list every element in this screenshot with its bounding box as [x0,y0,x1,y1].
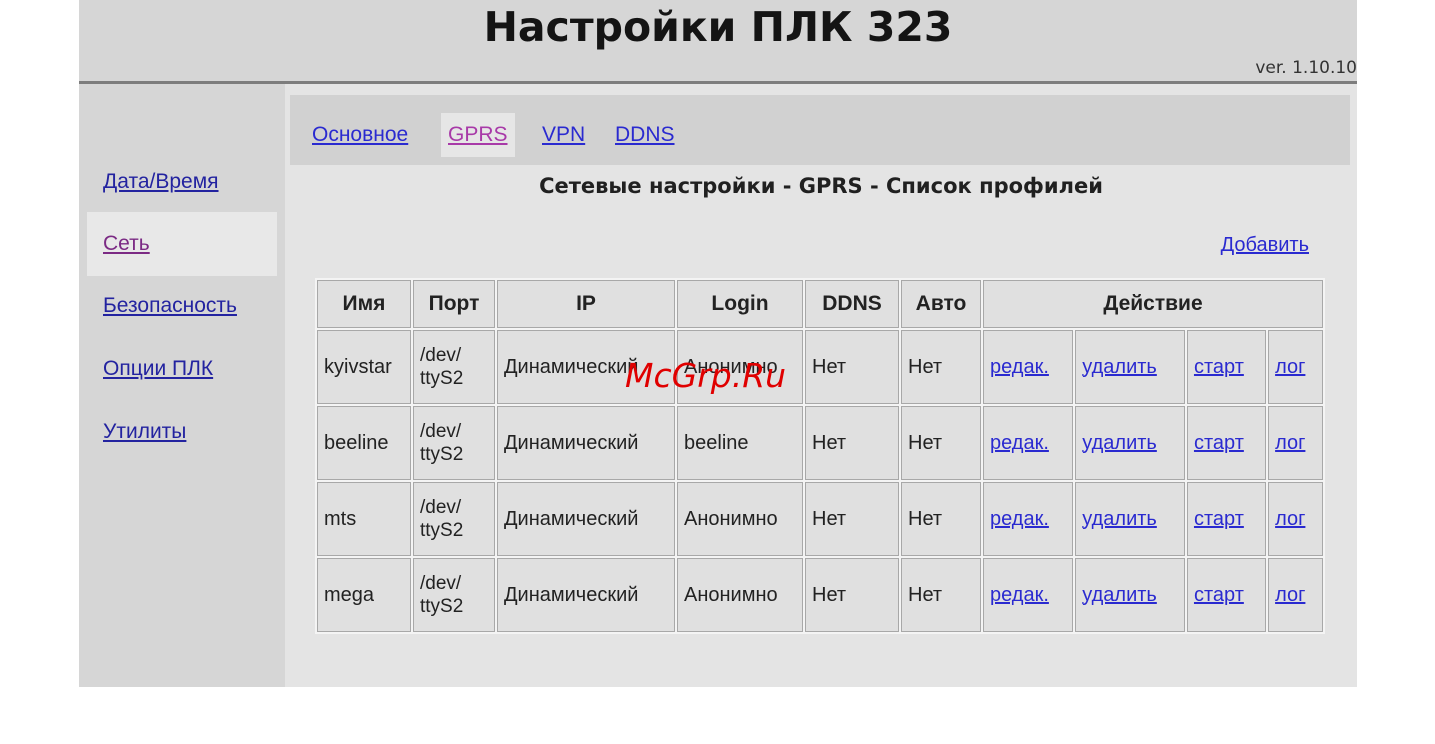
column-header-login: Login [677,280,803,328]
cell-login: beeline [677,406,803,480]
log-link[interactable]: лог [1275,432,1305,454]
header: Настройки ПЛК 323 ver. 1.10.10 [79,0,1357,84]
log-link[interactable]: лог [1275,584,1305,606]
section-title: Сетевые настройки - GPRS - Список профил… [539,174,1103,198]
tab-gprs[interactable]: GPRS [441,113,515,157]
add-profile-link[interactable]: Добавить [1221,234,1309,257]
cell-port: /dev/ttyS2 [413,482,495,556]
tab-ddns[interactable]: DDNS [615,113,675,157]
profiles-table: Имя Порт IP Login DDNS Авто Действие kyi… [315,278,1325,634]
cell-edit: редак. [983,482,1074,556]
delete-link[interactable]: удалить [1082,432,1157,454]
cell-delete: удалить [1075,482,1185,556]
cell-ip: Динамический [497,330,675,404]
cell-ip: Динамический [497,406,675,480]
page-title: Настройки ПЛК 323 [483,3,953,51]
port-line1: /dev/ [420,345,462,366]
log-link[interactable]: лог [1275,356,1305,378]
cell-login: Анонимно [677,330,803,404]
start-link[interactable]: старт [1194,432,1244,454]
table-row: mega /dev/ttyS2 Динамический Анонимно Не… [317,558,1323,632]
cell-ip: Динамический [497,558,675,632]
edit-link[interactable]: редак. [990,584,1049,606]
cell-auto: Нет [901,482,981,556]
cell-ddns: Нет [805,558,899,632]
app-frame: Настройки ПЛК 323 ver. 1.10.10 Дата/Врем… [79,0,1357,687]
delete-link[interactable]: удалить [1082,356,1157,378]
edit-link[interactable]: редак. [990,432,1049,454]
port-line1: /dev/ [420,573,462,594]
cell-start: старт [1186,558,1267,632]
table-row: mts /dev/ttyS2 Динамический Анонимно Нет… [317,482,1323,556]
cell-ddns: Нет [805,406,899,480]
cell-edit: редак. [983,406,1074,480]
cell-port: /dev/ttyS2 [413,558,495,632]
column-header-auto: Авто [901,280,981,328]
cell-name: mega [317,558,411,632]
cell-auto: Нет [901,406,981,480]
column-header-ddns: DDNS [805,280,899,328]
cell-name: beeline [317,406,411,480]
cell-auto: Нет [901,330,981,404]
cell-port: /dev/ttyS2 [413,330,495,404]
cell-delete: удалить [1075,330,1185,404]
version-label: ver. 1.10.10 [1255,58,1357,78]
cell-start: старт [1186,330,1267,404]
cell-port: /dev/ttyS2 [413,406,495,480]
sidebar-item-network[interactable]: Сеть [87,212,277,276]
edit-link[interactable]: редак. [990,356,1049,378]
port-line2: ttyS2 [420,444,464,465]
cell-ip: Динамический [497,482,675,556]
table-row: beeline /dev/ttyS2 Динамический beeline … [317,406,1323,480]
tab-vpn[interactable]: VPN [542,113,585,157]
cell-name: kyivstar [317,330,411,404]
main-content: Основное GPRS VPN DDNS Сетевые настройки… [285,84,1357,687]
cell-ddns: Нет [805,482,899,556]
cell-log: лог [1268,482,1323,556]
cell-auto: Нет [901,558,981,632]
cell-edit: редак. [983,558,1074,632]
start-link[interactable]: старт [1194,356,1244,378]
tab-general[interactable]: Основное [312,113,408,157]
cell-delete: удалить [1075,558,1185,632]
cell-log: лог [1268,406,1323,480]
sidebar-item-utilities[interactable]: Утилиты [87,400,277,464]
cell-start: старт [1186,482,1267,556]
cell-login: Анонимно [677,482,803,556]
sidebar-item-plc-options[interactable]: Опции ПЛК [87,337,277,401]
cell-login: Анонимно [677,558,803,632]
log-link[interactable]: лог [1275,508,1305,530]
cell-ddns: Нет [805,330,899,404]
sidebar-item-datetime[interactable]: Дата/Время [87,150,277,214]
column-header-name: Имя [317,280,411,328]
edit-link[interactable]: редак. [990,508,1049,530]
cell-log: лог [1268,330,1323,404]
port-line1: /dev/ [420,497,462,518]
cell-start: старт [1186,406,1267,480]
start-link[interactable]: старт [1194,508,1244,530]
port-line2: ttyS2 [420,520,464,541]
column-header-port: Порт [413,280,495,328]
port-line1: /dev/ [420,421,462,442]
tab-bar: Основное GPRS VPN DDNS [290,95,1350,165]
delete-link[interactable]: удалить [1082,584,1157,606]
cell-edit: редак. [983,330,1074,404]
sidebar-item-security[interactable]: Безопасность [87,274,277,338]
port-line2: ttyS2 [420,596,464,617]
column-header-action: Действие [983,280,1323,328]
delete-link[interactable]: удалить [1082,508,1157,530]
cell-log: лог [1268,558,1323,632]
start-link[interactable]: старт [1194,584,1244,606]
table-row: kyivstar /dev/ttyS2 Динамический Анонимн… [317,330,1323,404]
table-header-row: Имя Порт IP Login DDNS Авто Действие [317,280,1323,328]
port-line2: ttyS2 [420,368,464,389]
cell-delete: удалить [1075,406,1185,480]
sidebar: Дата/Время Сеть Безопасность Опции ПЛК У… [79,84,285,687]
cell-name: mts [317,482,411,556]
column-header-ip: IP [497,280,675,328]
